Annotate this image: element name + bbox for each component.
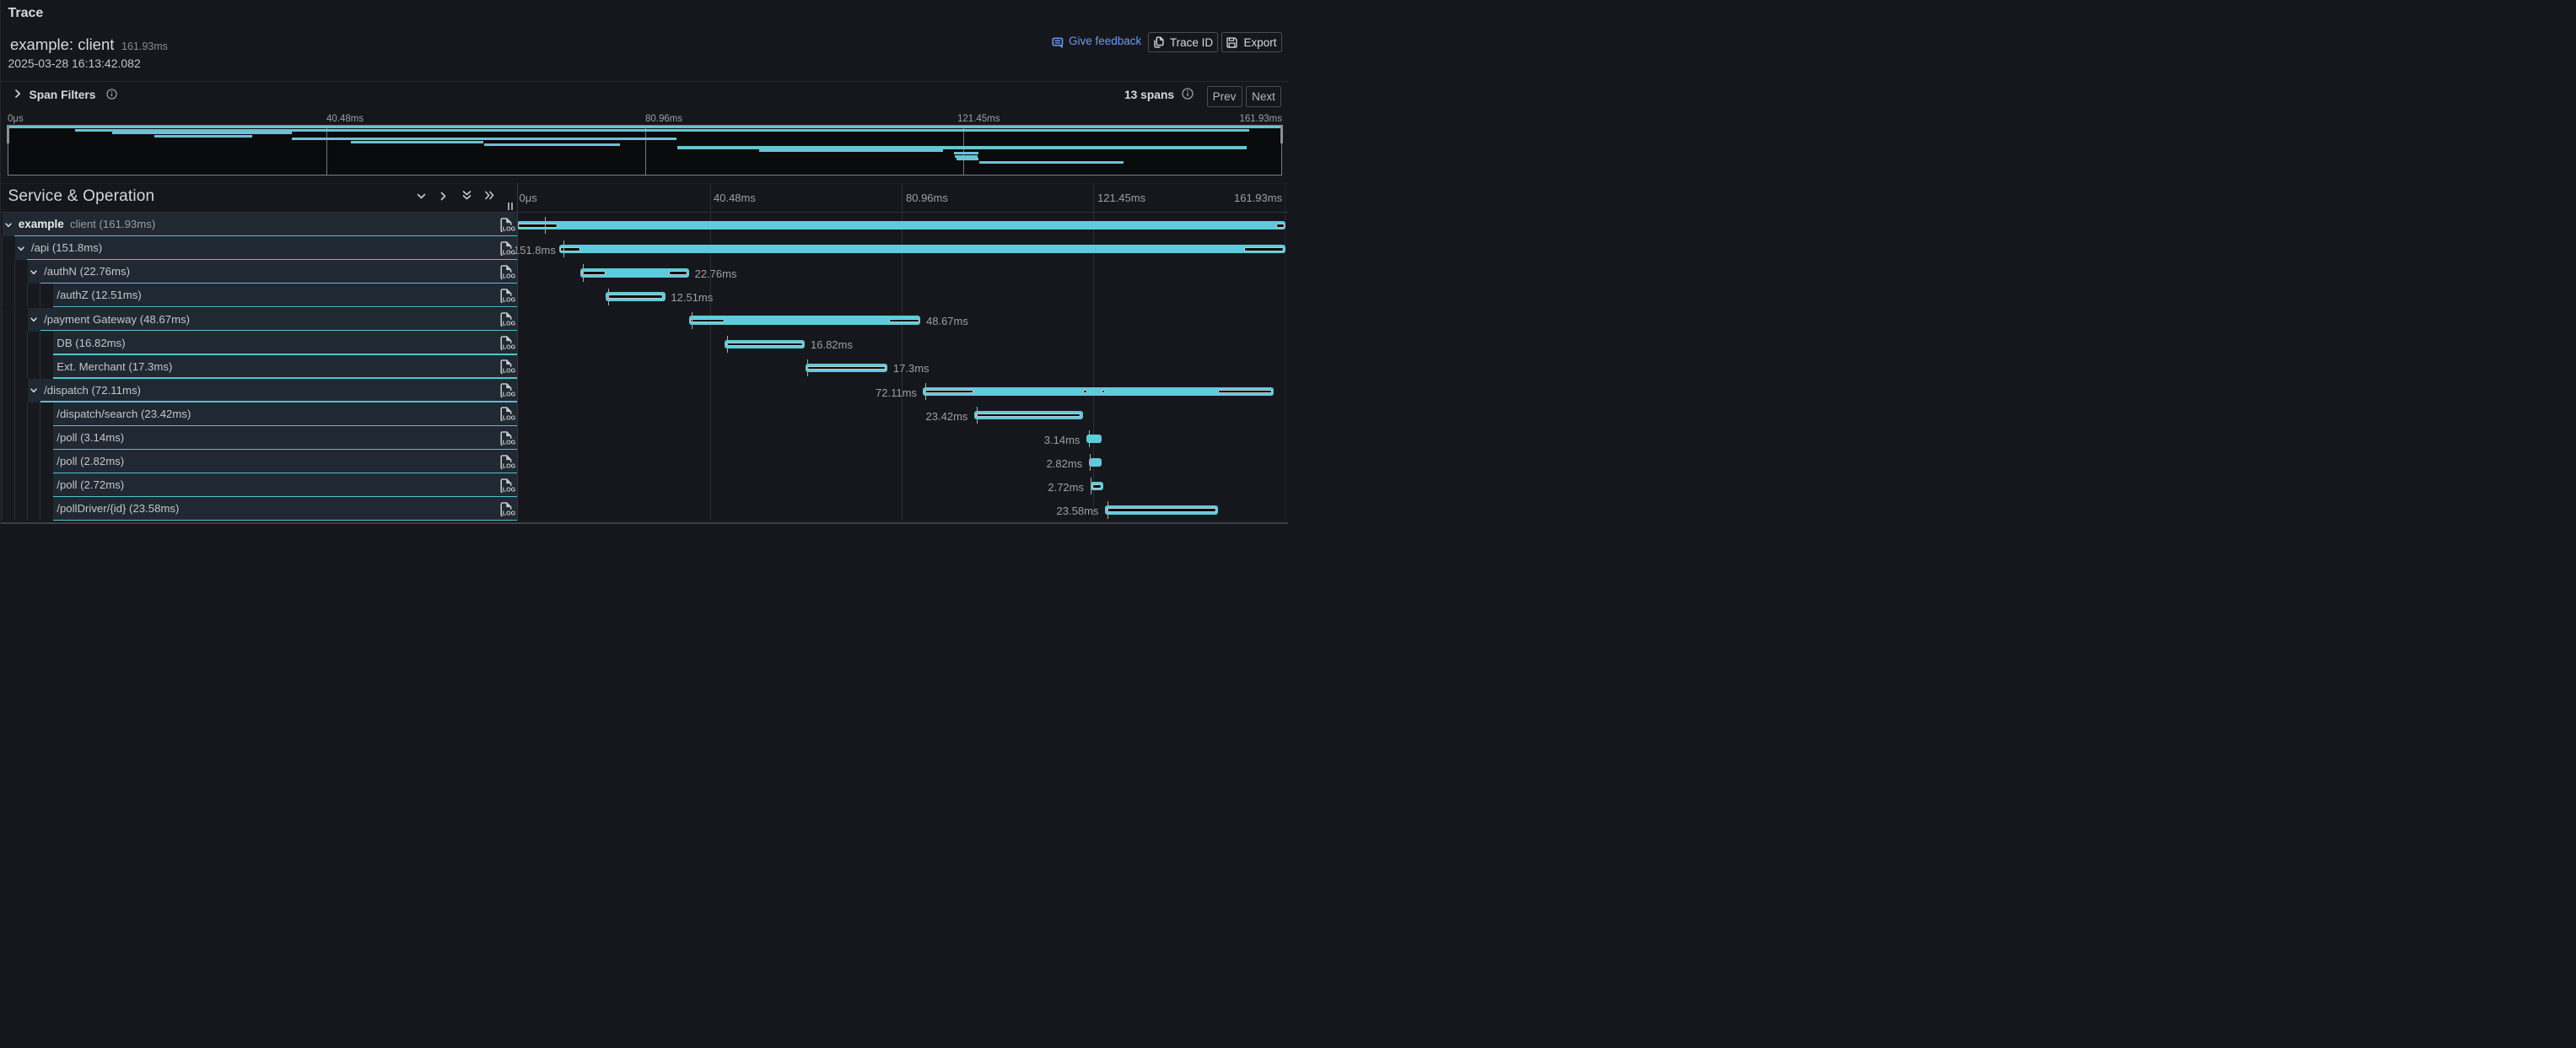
svg-text:LOG: LOG <box>502 439 515 445</box>
svg-text:LOG: LOG <box>502 368 515 374</box>
svg-text:LOG: LOG <box>502 344 515 350</box>
svg-text:LOG: LOG <box>502 462 515 468</box>
svg-text:LOG: LOG <box>502 297 515 303</box>
svg-text:LOG: LOG <box>502 225 515 231</box>
svg-text:LOG: LOG <box>502 510 515 516</box>
svg-text:LOG: LOG <box>502 321 515 327</box>
svg-text:LOG: LOG <box>502 392 515 397</box>
svg-text:LOG: LOG <box>502 415 515 421</box>
svg-text:LOG: LOG <box>502 273 515 278</box>
svg-text:LOG: LOG <box>502 486 515 492</box>
